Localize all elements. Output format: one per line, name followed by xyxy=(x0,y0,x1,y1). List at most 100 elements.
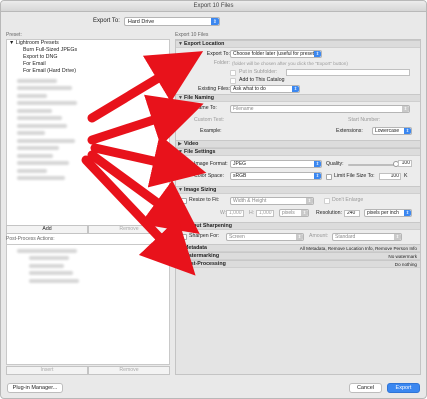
dont-enlarge-checkbox[interactable] xyxy=(324,198,330,204)
section-post-processing[interactable]: ▶ Post-Processing Do nothing xyxy=(176,260,420,268)
disclosure-open-icon[interactable]: ▼ xyxy=(178,187,183,194)
section-title: Output Sharpening xyxy=(184,223,232,229)
insert-action-button[interactable]: Insert xyxy=(6,366,88,375)
blurred-preset xyxy=(17,146,59,150)
folder-label: Folder: xyxy=(213,60,230,66)
section-title: Metadata xyxy=(184,245,207,251)
quality-label: Quality: xyxy=(326,161,344,167)
image-sizing-body: Resize to Fit: Width & Height ⇕ Don't En… xyxy=(176,194,420,222)
preset-folder[interactable]: ▼ Lightroom Presets xyxy=(7,40,169,47)
start-number-label: Start Number: xyxy=(348,117,381,123)
blurred-preset xyxy=(17,86,72,90)
disclosure-open-icon[interactable]: ▼ xyxy=(178,223,183,230)
file-settings-body: Image Format: JPEG ⇕ Quality: 100 Color … xyxy=(176,156,420,186)
disclosure-closed-icon[interactable]: ▶ xyxy=(178,141,182,148)
sharpen-checkbox[interactable] xyxy=(181,234,187,240)
section-image-sizing[interactable]: ▼ Image Sizing xyxy=(176,186,420,194)
height-input[interactable]: 1,000 xyxy=(256,210,274,217)
disclosure-open-icon[interactable]: ▼ xyxy=(178,149,183,156)
image-format-value: JPEG xyxy=(233,161,247,167)
subfolder-checkbox[interactable] xyxy=(230,70,236,76)
export-location-select[interactable]: Choose folder later (useful for presets)… xyxy=(230,50,322,58)
export-location-body: Export To: Choose folder later (useful f… xyxy=(176,48,420,94)
size-units-value: pixels xyxy=(282,210,295,216)
export-to-value: Hard Drive xyxy=(127,18,155,25)
disclosure-open-icon[interactable]: ▼ xyxy=(178,95,183,102)
section-title: File Naming xyxy=(184,95,215,101)
limit-size-checkbox[interactable] xyxy=(326,174,332,180)
disclosure-open-icon[interactable]: ▼ xyxy=(178,41,183,48)
subfolder-input[interactable] xyxy=(286,69,410,76)
resolution-units-select[interactable]: pixels per inch ⇕ xyxy=(364,209,412,217)
quality-input[interactable]: 100 xyxy=(398,160,412,167)
chevron-updown-icon: ⇕ xyxy=(292,86,299,92)
section-file-settings[interactable]: ▼ File Settings xyxy=(176,148,420,156)
width-input[interactable]: 1,000 xyxy=(226,210,244,217)
color-space-label: Color Space: xyxy=(194,173,224,179)
rename-value: Filename xyxy=(233,106,254,112)
blurred-preset xyxy=(17,138,75,143)
section-output-sharpening[interactable]: ▼ Output Sharpening xyxy=(176,222,420,230)
watermarking-summary: No watermark xyxy=(388,254,417,259)
limit-size-unit: K xyxy=(404,173,408,179)
section-metadata[interactable]: ▶ Metadata All Metadata, Remove Location… xyxy=(176,244,420,252)
section-title: Watermarking xyxy=(184,253,220,259)
size-units-select[interactable]: pixels ⇕ xyxy=(279,209,309,217)
cancel-button[interactable]: Cancel xyxy=(349,383,382,393)
preset-item[interactable]: For Email xyxy=(7,61,169,68)
add-preset-button[interactable]: Add xyxy=(6,225,88,234)
rename-label: Rename To: xyxy=(189,105,217,111)
blurred-preset xyxy=(17,168,47,173)
plugin-manager-button[interactable]: Plug-in Manager... xyxy=(7,383,63,393)
section-video[interactable]: ▶ Video xyxy=(176,140,420,148)
chevron-updown-icon: ⇕ xyxy=(402,106,409,112)
preset-item[interactable]: Burn Full-Sized JPEGs xyxy=(7,47,169,54)
resize-value: Width & Height xyxy=(233,198,267,204)
post-process-list[interactable] xyxy=(6,244,170,365)
image-format-select[interactable]: JPEG ⇕ xyxy=(230,160,322,168)
amount-select[interactable]: Standard ⇕ xyxy=(332,233,402,241)
section-export-location[interactable]: ▼ Export Location xyxy=(176,40,420,48)
file-naming-body: Rename To: Filename ⇕ Custom Text: Start… xyxy=(176,102,420,140)
disclosure-open-icon[interactable]: ▼ xyxy=(9,40,14,46)
section-watermarking[interactable]: ▶ Watermarking No watermark xyxy=(176,252,420,260)
remove-action-button[interactable]: Remove xyxy=(88,366,170,375)
resolution-units-value: pixels per inch xyxy=(367,210,399,216)
blurred-preset xyxy=(17,123,67,128)
resolution-label: Resolution: xyxy=(316,210,342,216)
existing-files-select[interactable]: Ask what to do ⇕ xyxy=(230,85,300,93)
remove-preset-button[interactable]: Remove xyxy=(88,225,170,234)
preset-item[interactable]: Export to DNG xyxy=(7,54,169,61)
resize-checkbox[interactable] xyxy=(181,198,187,204)
extensions-select[interactable]: Lowercase ⇕ xyxy=(372,127,412,135)
blurred-action xyxy=(29,263,64,268)
chevron-updown-icon: ⇕ xyxy=(306,198,313,204)
custom-text-label: Custom Text: xyxy=(194,117,225,123)
sharpen-select[interactable]: Screen ⇕ xyxy=(226,233,304,241)
quality-slider[interactable] xyxy=(348,164,396,166)
extensions-label: Extensions: xyxy=(336,128,363,134)
limit-size-input[interactable]: 100 xyxy=(379,173,401,180)
disclosure-closed-icon[interactable]: ▶ xyxy=(178,245,182,252)
rename-select[interactable]: Filename ⇕ xyxy=(230,105,410,113)
rename-checkbox[interactable] xyxy=(181,106,187,112)
sharpen-value: Screen xyxy=(229,234,245,240)
color-space-value: sRGB xyxy=(233,173,247,179)
amount-value: Standard xyxy=(335,234,356,240)
disclosure-closed-icon[interactable]: ▶ xyxy=(178,253,182,260)
disclosure-closed-icon[interactable]: ▶ xyxy=(178,261,182,268)
export-button[interactable]: Export xyxy=(387,383,420,393)
chevron-updown-icon: ⇕ xyxy=(404,210,411,216)
export-to-label: Export To: xyxy=(206,51,230,57)
folder-value: (folder will be chosen after you click t… xyxy=(232,61,348,66)
section-file-naming[interactable]: ▼ File Naming xyxy=(176,94,420,102)
add-catalog-checkbox[interactable] xyxy=(230,78,236,84)
color-space-select[interactable]: sRGB ⇕ xyxy=(230,172,322,180)
preset-item[interactable]: For Email (Hard Drive) xyxy=(7,68,169,75)
export-to-select[interactable]: Hard Drive ⇕ xyxy=(123,16,220,26)
section-title: Image Sizing xyxy=(184,187,217,193)
resize-select[interactable]: Width & Height ⇕ xyxy=(230,197,314,205)
post-processing-summary: Do nothing xyxy=(394,262,417,267)
settings-scroll[interactable]: ▼ Export Location Export To: Choose fold… xyxy=(175,39,421,375)
resolution-input[interactable]: 240 xyxy=(344,210,360,217)
